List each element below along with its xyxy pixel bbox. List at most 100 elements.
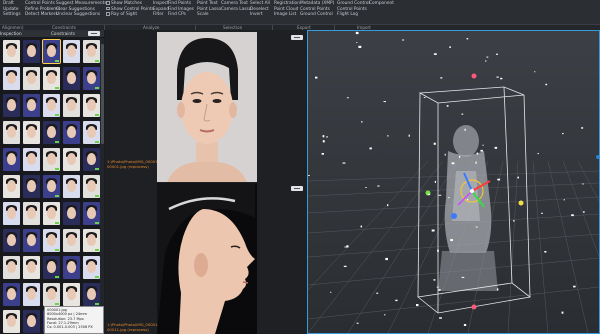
- image-thumbnail[interactable]: [63, 202, 80, 225]
- image-thumbnail[interactable]: [83, 256, 100, 279]
- image-tooltip: 000001.jpg 6000x4000 px | 24mm Resolutio…: [44, 306, 104, 334]
- image-thumbnail[interactable]: [3, 256, 20, 279]
- thumbnail-status-mark: [95, 194, 99, 197]
- image-thumbnail[interactable]: [63, 148, 80, 171]
- image-thumbnail[interactable]: [3, 310, 20, 333]
- image-thumbnail[interactable]: [83, 175, 100, 198]
- image-thumbnail[interactable]: [23, 148, 40, 171]
- image-thumbnail[interactable]: [23, 67, 40, 90]
- export-ground-control-button[interactable]: Ground Control: [300, 12, 334, 18]
- invert-button[interactable]: Invert: [250, 12, 270, 18]
- image-thumbnail[interactable]: [43, 67, 60, 90]
- image-view-front[interactable]: 1:\Photo\Photo\IMG_00001 00001.jpg (repr…: [105, 30, 307, 182]
- image-thumbnail[interactable]: [63, 67, 80, 90]
- image-thumbnail[interactable]: [63, 256, 80, 279]
- image-thumbnail[interactable]: [42, 39, 61, 64]
- sparse-point: [433, 279, 436, 281]
- suggest-measurements-button[interactable]: Suggest Measurements: [56, 1, 107, 7]
- export-image-list-button[interactable]: Image List: [274, 12, 300, 18]
- sparse-point: [464, 128, 466, 131]
- image-thumbnail[interactable]: [3, 94, 20, 117]
- thumbnail-face: [47, 153, 56, 165]
- image-thumbnail[interactable]: [63, 229, 80, 252]
- image-thumbnail[interactable]: [23, 310, 40, 333]
- bbox-handle-right[interactable]: [518, 200, 524, 206]
- import-ground-control-button[interactable]: Ground Control: [337, 1, 370, 7]
- image-thumbnail[interactable]: [3, 121, 20, 144]
- image-thumbnail[interactable]: [3, 283, 20, 306]
- image-thumbnail[interactable]: [83, 148, 100, 171]
- settings-button[interactable]: Settings: [3, 12, 21, 18]
- image-view-side[interactable]: 1:\Photo\Photo\IMG_00001 00011.jpg (repr…: [105, 183, 307, 334]
- image-thumbnail[interactable]: [83, 67, 100, 90]
- image-thumbnail[interactable]: [3, 175, 20, 198]
- tab-constraints[interactable]: Constraints: [51, 30, 75, 37]
- image-thumbnail[interactable]: [83, 121, 100, 144]
- image-thumbnail[interactable]: [23, 256, 40, 279]
- image-thumbnail[interactable]: [43, 175, 60, 198]
- thumbnail-scrollbar[interactable]: [100, 38, 104, 332]
- image-thumbnail[interactable]: [23, 94, 40, 117]
- image-thumbnail[interactable]: [3, 229, 20, 252]
- image-thumbnail[interactable]: [63, 121, 80, 144]
- image-thumbnail[interactable]: [43, 283, 60, 306]
- scale-button[interactable]: Scale: [197, 12, 221, 18]
- detect-markers-button[interactable]: Detect Markers: [25, 12, 60, 18]
- image-thumbnail[interactable]: [3, 67, 20, 90]
- image-thumbnail[interactable]: [43, 121, 60, 144]
- inspect-button[interactable]: Inspect: [153, 1, 169, 7]
- image-thumbnail[interactable]: [63, 283, 80, 306]
- image-thumbnail[interactable]: [23, 40, 40, 63]
- select-all-button[interactable]: Select All: [250, 1, 270, 7]
- image-thumbnail[interactable]: [83, 94, 100, 117]
- thumbnail-face: [87, 45, 96, 57]
- image-thumbnail[interactable]: [23, 229, 40, 252]
- image-thumbnail[interactable]: [63, 175, 80, 198]
- bbox-handle-bottom[interactable]: [471, 304, 477, 310]
- image-thumbnail[interactable]: [23, 175, 40, 198]
- image-thumbnail[interactable]: [23, 283, 40, 306]
- ribbon-col-7: Point Text Point Lasso Scale: [197, 1, 221, 18]
- import-flight-log-button[interactable]: Flight Log: [337, 12, 370, 18]
- image-thumbnail[interactable]: [3, 40, 20, 63]
- camera-lasso-button[interactable]: Camera Lasso: [221, 7, 251, 13]
- image-thumbnail[interactable]: [63, 40, 80, 63]
- image-thumbnail[interactable]: [43, 202, 60, 225]
- find-points-button[interactable]: Find Points: [168, 1, 194, 7]
- ray-of-sight-toggle[interactable]: Ray of Sight: [106, 12, 154, 18]
- image-view-side-menu-icon[interactable]: [291, 186, 303, 191]
- checkbox-icon: [106, 12, 110, 16]
- image-thumbnail[interactable]: [83, 40, 100, 63]
- image-thumbnail[interactable]: [83, 229, 100, 252]
- import-component-button[interactable]: Component: [369, 1, 394, 7]
- scrollbar-thumb[interactable]: [100, 44, 104, 144]
- find-cps-button[interactable]: Find CPs: [168, 12, 194, 18]
- image-thumbnail[interactable]: [83, 283, 100, 306]
- image-thumbnail[interactable]: [3, 202, 20, 225]
- image-thumbnail[interactable]: [63, 94, 80, 117]
- 3d-viewport[interactable]: [307, 30, 600, 334]
- unclear-suggestions-button[interactable]: Unclear Suggestions: [56, 12, 107, 18]
- panel-toggle-icon[interactable]: [88, 31, 100, 36]
- thumbnail-face: [47, 72, 56, 84]
- image-thumbnail[interactable]: [83, 202, 100, 225]
- image-thumbnail[interactable]: [3, 148, 20, 171]
- sparse-point: [517, 176, 519, 179]
- thumbnail-status-mark: [55, 194, 59, 197]
- camera-text-button[interactable]: Camera Text: [221, 1, 251, 7]
- filter-button[interactable]: Filter: [153, 12, 169, 18]
- image-thumbnail[interactable]: [43, 148, 60, 171]
- image-thumbnail[interactable]: [23, 202, 40, 225]
- tab-inspection[interactable]: Inspection: [0, 30, 22, 37]
- image-view-front-menu-icon[interactable]: [291, 35, 303, 40]
- point-text-button[interactable]: Point Text: [197, 1, 221, 7]
- export-metadata-button[interactable]: Metadata (XMP): [300, 1, 334, 7]
- image-thumbnail[interactable]: [43, 229, 60, 252]
- export-registration-button[interactable]: Registration: [274, 1, 300, 7]
- control-points-button[interactable]: Control Points: [25, 1, 60, 7]
- thumbnail-face: [67, 207, 76, 219]
- image-thumbnail[interactable]: [43, 94, 60, 117]
- image-thumbnail[interactable]: [23, 121, 40, 144]
- image-thumbnail[interactable]: [43, 256, 60, 279]
- bbox-handle-top[interactable]: [471, 73, 477, 79]
